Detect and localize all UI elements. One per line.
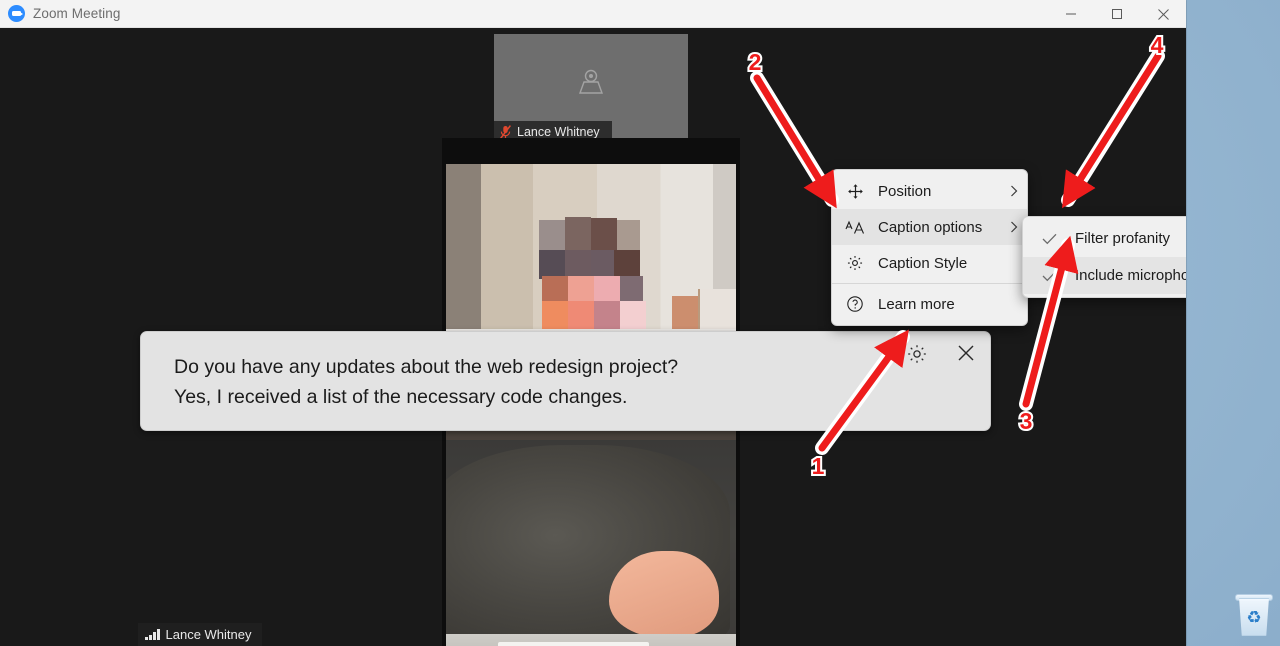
menu-separator (832, 283, 1027, 284)
zoom-meeting-window: Zoom Meeting Lance Whitney Lance Whitney… (0, 0, 1186, 646)
help-circle-icon (832, 295, 878, 313)
menu-item-position[interactable]: Position (832, 173, 1027, 209)
camera-off-icon (579, 69, 603, 94)
menu-item-learn-more-label: Learn more (878, 295, 955, 313)
submenu-item-filter-profanity[interactable]: Filter profanity (1023, 220, 1186, 257)
closed-caption-box[interactable]: Do you have any updates about the web re… (140, 331, 991, 431)
menu-item-caption-options[interactable]: Caption options (832, 209, 1027, 245)
active-speaker-nametag: Lance Whitney (138, 623, 262, 646)
video-keyboard (446, 634, 736, 646)
screen-root: ♻ Zoom Meeting Lance Whitney Lance Whitn… (0, 0, 1280, 646)
caption-settings-gear-icon[interactable] (905, 342, 929, 366)
submenu-item-filter-profanity-label: Filter profanity (1075, 230, 1171, 247)
caption-context-menu: Position Caption options Caption Style L… (831, 169, 1028, 326)
caption-options-submenu: Filter profanity Include microphone audi… (1022, 216, 1186, 298)
participant-thumbnail-tile[interactable]: Lance Whitney (494, 34, 688, 142)
submenu-item-include-microphone-audio[interactable]: Include microphone audio (1023, 257, 1186, 294)
window-titlebar: Zoom Meeting (0, 0, 1186, 28)
window-controls (1048, 0, 1186, 28)
chevron-right-icon (1001, 185, 1027, 197)
thumbnail-participant-name: Lance Whitney (517, 124, 600, 139)
caption-text: Do you have any updates about the web re… (174, 356, 679, 408)
video-blurred-face-region (446, 164, 736, 329)
menu-item-caption-style[interactable]: Caption Style (832, 245, 1027, 281)
recycle-bin-icon[interactable]: ♻ (1234, 592, 1274, 638)
gear-icon (832, 254, 878, 272)
microphone-muted-icon (500, 124, 511, 139)
active-speaker-name: Lance Whitney (165, 627, 252, 642)
meeting-stage: Lance Whitney Lance Whitney Do you have … (0, 28, 1186, 646)
minimize-button[interactable] (1048, 0, 1094, 28)
window-title: Zoom Meeting (33, 6, 121, 21)
audio-level-bars-icon (145, 629, 160, 640)
checkmark-icon (1023, 233, 1075, 245)
video-person-hand (608, 550, 719, 637)
submenu-item-include-microphone-audio-label: Include microphone audio (1075, 267, 1186, 284)
move-arrows-icon (832, 183, 878, 200)
caption-close-icon[interactable] (955, 342, 979, 366)
menu-item-caption-options-label: Caption options (878, 218, 983, 236)
maximize-button[interactable] (1094, 0, 1140, 28)
recycle-symbol-icon: ♻ (1246, 608, 1262, 627)
zoom-logo-icon (8, 5, 25, 22)
checkmark-icon (1023, 270, 1075, 282)
menu-item-caption-style-label: Caption Style (878, 254, 968, 272)
close-button[interactable] (1140, 0, 1186, 28)
font-size-aa-icon (832, 219, 878, 236)
menu-item-position-label: Position (878, 182, 932, 200)
menu-item-learn-more[interactable]: Learn more (832, 286, 1027, 322)
video-person-region (446, 440, 736, 646)
